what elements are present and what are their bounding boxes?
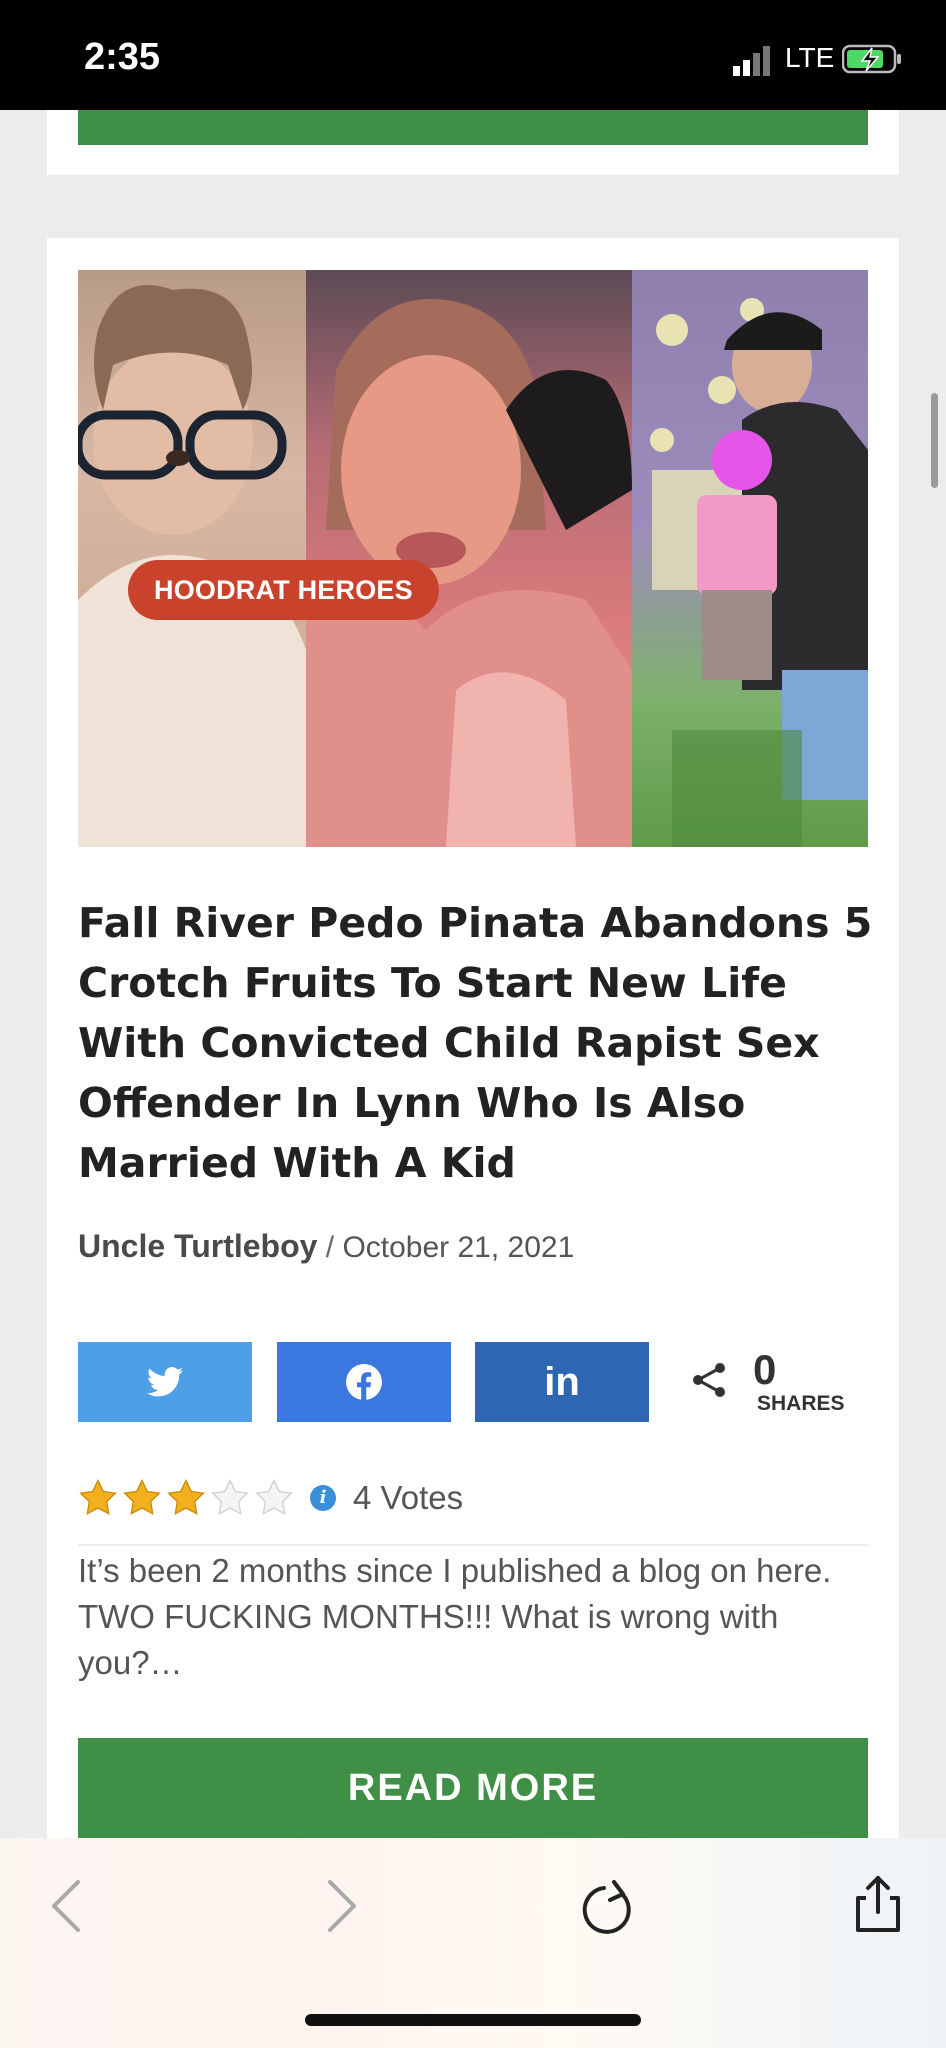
article-excerpt: It’s been 2 months since I published a b…	[78, 1552, 832, 1681]
category-tag[interactable]: HOODRAT HEROES	[128, 560, 439, 620]
star-icon[interactable]	[254, 1478, 294, 1518]
info-icon[interactable]: i	[310, 1485, 336, 1511]
carrier-label: LTE	[785, 42, 835, 73]
twitter-icon	[147, 1367, 183, 1397]
back-icon[interactable]	[40, 1876, 100, 1936]
star-icon[interactable]	[166, 1478, 206, 1518]
signal-icon	[733, 46, 770, 76]
facebook-share-button[interactable]	[277, 1342, 451, 1422]
article-title[interactable]: Fall River Pedo Pinata Abandons 5 Crotch…	[78, 893, 878, 1193]
author-link[interactable]: Uncle Turtleboy	[78, 1228, 317, 1264]
share-count: 0	[753, 1346, 777, 1393]
share-sheet-icon[interactable]	[848, 1874, 908, 1934]
star-icon[interactable]	[78, 1478, 118, 1518]
photo-right	[632, 270, 868, 847]
article-meta: Uncle Turtleboy / October 21, 2021	[78, 1228, 574, 1265]
divider	[78, 1544, 868, 1546]
share-count-label: SHARES	[757, 1392, 845, 1415]
battery-icon	[842, 44, 901, 74]
article-date: October 21, 2021	[342, 1231, 575, 1264]
article-card: HOODRAT HEROES Fall River Pedo Pinata Ab…	[47, 238, 899, 1838]
star-rating[interactable]	[78, 1478, 294, 1518]
read-more-button[interactable]: READ MORE	[78, 1738, 868, 1838]
reload-icon[interactable]	[578, 1878, 638, 1938]
previous-read-more-button[interactable]	[78, 110, 868, 145]
linkedin-share-button[interactable]: in	[475, 1342, 649, 1422]
share-icon[interactable]	[690, 1360, 730, 1400]
star-icon[interactable]	[122, 1478, 162, 1518]
facebook-icon	[346, 1364, 382, 1400]
star-icon[interactable]	[210, 1478, 250, 1518]
twitter-share-button[interactable]	[78, 1342, 252, 1422]
article-image[interactable]: HOODRAT HEROES	[78, 270, 868, 847]
previous-article-card	[47, 110, 899, 175]
status-time: 2:35	[84, 36, 161, 78]
status-bar: 2:35 LTE	[0, 0, 946, 110]
forward-icon[interactable]	[308, 1876, 368, 1936]
votes-count: 4 Votes	[353, 1479, 464, 1516]
meta-separator: /	[317, 1231, 343, 1264]
scrollbar[interactable]	[931, 393, 938, 488]
home-indicator[interactable]	[305, 2014, 641, 2026]
photo-left	[78, 270, 306, 847]
photo-middle	[306, 270, 632, 847]
linkedin-icon: in	[544, 1359, 580, 1404]
